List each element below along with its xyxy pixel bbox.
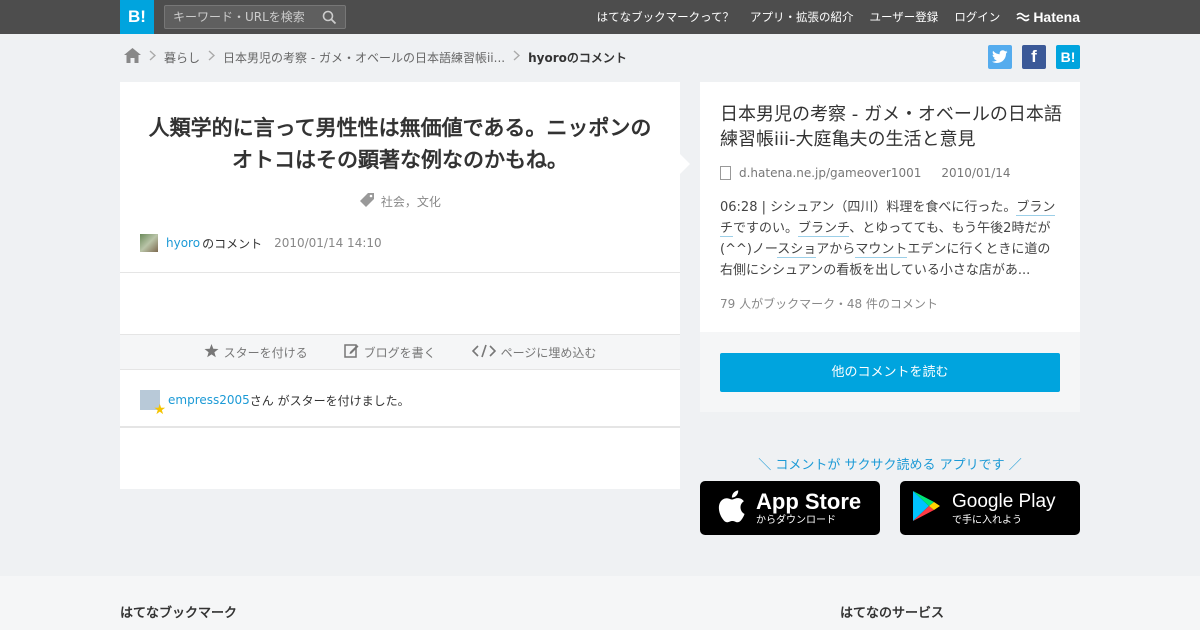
footer-heading-services: はてなのサービス (840, 606, 945, 621)
document-icon (720, 166, 731, 180)
author-name[interactable]: hyoro (166, 236, 200, 250)
keyword-link[interactable]: スショ (777, 242, 817, 258)
hatena-bookmark-logo[interactable]: B! (120, 0, 154, 34)
entry-footer: 他のコメントを読む (700, 332, 1080, 412)
nav-login[interactable]: ログイン (954, 9, 1000, 25)
star-user-name[interactable]: empress2005 (168, 393, 250, 407)
divider (120, 426, 680, 428)
search-icon[interactable] (322, 10, 337, 29)
summary-text: 06:28 | シシュアン（四川）料理を食べに行った。 (720, 200, 1017, 215)
app-tagline: ＼ コメントが サクサク読める アプリです ／ (758, 458, 1022, 473)
breadcrumb-entry[interactable]: 日本男児の考察 - ガメ・オベールの日本語練習帳ii... (223, 49, 505, 66)
share-buttons: f B! (978, 45, 1080, 69)
hatena-logo-icon (1016, 12, 1030, 22)
twitter-icon (992, 50, 1008, 63)
embed-label: ページに埋め込む (500, 345, 597, 360)
divider (120, 272, 680, 273)
nav-about[interactable]: はてなブックマークって？ (597, 9, 734, 25)
add-star-button[interactable]: スターを付ける (204, 343, 308, 361)
comment-text: 人類学的に言って男性性は無価値である。ニッポンのオトコはその顕著な例なのかもね。 (148, 116, 652, 172)
write-blog-button[interactable]: ブログを書く (343, 343, 436, 361)
read-other-comments-button[interactable]: 他のコメントを読む (720, 353, 1060, 392)
google-play-subtitle: で手に入れよう (952, 514, 1022, 526)
nav-apps[interactable]: アプリ・拡張の紹介 (750, 9, 854, 25)
footer: はてなブックマーク はてなのサービス (0, 576, 1200, 630)
star-icon (204, 343, 224, 361)
tag-list[interactable]: 社会，文化 (381, 195, 441, 209)
hatena-bookmark-share-button[interactable]: B! (1056, 45, 1080, 69)
tag-icon (359, 193, 381, 209)
home-icon[interactable] (124, 48, 141, 66)
star-icon: ★ (153, 402, 166, 418)
entry-card: 日本男児の考察 - ガメ・オベールの日本語練習帳iii-大庭亀夫の生活と意見 d… (700, 82, 1080, 412)
entry-date: 2010/01/14 (941, 166, 1011, 180)
star-notice: ★ empress2005 さん がスターを付けました。 (140, 390, 410, 418)
hatena-brand[interactable]: Hatena (1016, 9, 1080, 25)
add-star-label: スターを付ける (223, 345, 308, 360)
top-nav: はてなブックマークって？ アプリ・拡張の紹介 ユーザー登録 ログイン Haten… (581, 0, 1080, 34)
breadcrumb-category[interactable]: 暮らし (164, 49, 200, 66)
app-store-title: App Store (756, 488, 862, 514)
twitter-share-button[interactable] (988, 45, 1012, 69)
hatena-brand-label: Hatena (1033, 9, 1080, 25)
avatar[interactable] (140, 234, 158, 252)
apple-icon (716, 489, 746, 527)
entry-domain[interactable]: d.hatena.ne.jp/gameover1001 (739, 166, 921, 180)
app-store-subtitle: からダウンロード (756, 514, 836, 526)
entry-meta: d.hatena.ne.jp/gameover1001 2010/01/14 (720, 166, 1011, 180)
summary-text: ですのい。 (733, 221, 799, 236)
author-suffix: のコメント (202, 236, 263, 251)
google-play-icon (912, 490, 942, 526)
search-input[interactable] (165, 6, 315, 28)
chevron-right-icon (513, 50, 521, 64)
comment-author: hyoro のコメント 2010/01/14 14:10 (140, 232, 382, 254)
keyword-link[interactable]: マウント (855, 242, 908, 258)
chevron-right-icon (149, 50, 157, 64)
hatena-b-icon: B! (1060, 49, 1076, 65)
entry-summary: 06:28 | シシュアン（四川）料理を食べに行った。ブランチですのい。ブランチ… (720, 197, 1062, 281)
bookmark-counts[interactable]: 79 人がブックマーク・48 件のコメント (720, 295, 938, 312)
comment-card: 人類学的に言って男性性は無価値である。ニッポンのオトコはその顕著な例なのかもね。… (120, 82, 680, 489)
star-user-avatar[interactable]: ★ (140, 390, 166, 418)
entry-title[interactable]: 日本男児の考察 - ガメ・オベールの日本語練習帳iii-大庭亀夫の生活と意見 (720, 102, 1065, 152)
keyword-link[interactable]: ブランチ (798, 221, 850, 237)
comment-actions: スターを付ける ブログを書く ページに埋め込む (120, 334, 680, 370)
nav-register[interactable]: ユーザー登録 (870, 9, 939, 25)
facebook-icon: f (1031, 47, 1037, 66)
write-blog-label: ブログを書く (363, 345, 436, 360)
google-play-title: Google Play (952, 490, 1056, 512)
comment-tags: 社会，文化 (120, 192, 680, 210)
chevron-right-icon (208, 50, 216, 64)
breadcrumb-current: hyoroのコメント (528, 50, 627, 65)
facebook-share-button[interactable]: f (1022, 45, 1046, 69)
breadcrumb: 暮らし 日本男児の考察 - ガメ・オベールの日本語練習帳ii... hyoroの… (124, 46, 627, 68)
card-pointer (680, 154, 690, 174)
star-notice-text: さん がスターを付けました。 (249, 393, 410, 408)
comment-date[interactable]: 2010/01/14 14:10 (274, 236, 382, 250)
app-store-badge[interactable]: App Store からダウンロード (700, 481, 880, 535)
footer-heading-bookmark: はてなブックマーク (120, 606, 238, 621)
summary-text: アから (816, 242, 856, 257)
embed-button[interactable]: ページに埋め込む (471, 344, 597, 361)
google-play-badge[interactable]: Google Play で手に入れよう (900, 481, 1080, 535)
edit-icon (343, 343, 364, 361)
search-box[interactable] (164, 5, 346, 29)
code-icon (471, 344, 501, 361)
top-bar: B! はてなブックマークって？ アプリ・拡張の紹介 ユーザー登録 ログイン Ha… (0, 0, 1200, 34)
